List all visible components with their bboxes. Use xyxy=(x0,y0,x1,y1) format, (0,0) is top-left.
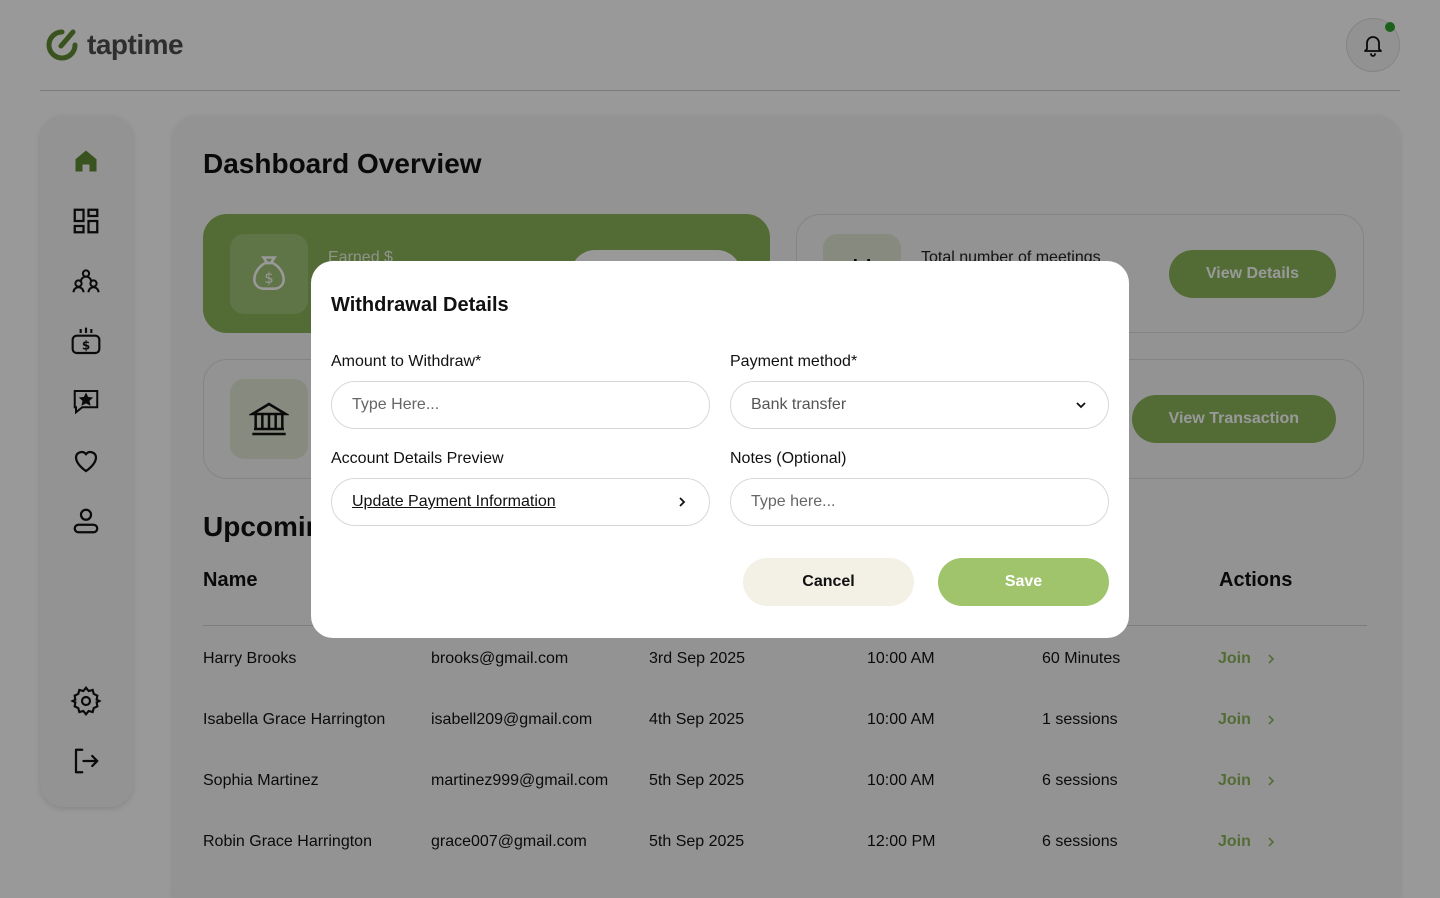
amount-input[interactable] xyxy=(352,396,689,414)
notes-label: Notes (Optional) xyxy=(730,450,847,467)
update-payment-link[interactable]: Update Payment Information xyxy=(331,478,710,526)
save-button[interactable]: Save xyxy=(938,558,1109,606)
payment-method-value: Bank transfer xyxy=(751,396,847,413)
modal-title: Withdrawal Details xyxy=(331,294,509,316)
account-preview-label: Account Details Preview xyxy=(331,450,504,467)
cancel-button[interactable]: Cancel xyxy=(743,558,914,606)
payment-method-select[interactable]: Bank transfer xyxy=(730,381,1109,429)
notes-input[interactable] xyxy=(751,493,1088,511)
chevron-right-icon xyxy=(679,497,686,507)
amount-label: Amount to Withdraw* xyxy=(331,353,482,370)
amount-field[interactable] xyxy=(331,381,710,429)
chevron-down-icon xyxy=(1076,402,1086,409)
update-payment-text: Update Payment Information xyxy=(352,493,556,510)
payment-method-label: Payment method* xyxy=(730,353,858,370)
notes-field[interactable] xyxy=(730,478,1109,526)
withdrawal-modal: Withdrawal Details Amount to Withdraw* P… xyxy=(311,261,1129,638)
